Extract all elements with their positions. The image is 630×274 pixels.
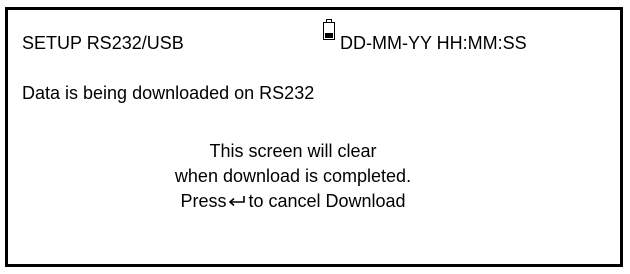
notice-line-3: Press to cancel Download bbox=[0, 191, 608, 211]
download-status-message: Data is being downloaded on RS232 bbox=[22, 83, 315, 103]
notice-line-3-prefix: Press bbox=[180, 191, 227, 211]
enter-key-icon bbox=[229, 196, 246, 207]
battery-icon bbox=[323, 19, 335, 40]
notice-line-3-suffix: to cancel Download bbox=[248, 191, 406, 211]
screen-title: SETUP RS232/USB bbox=[22, 33, 184, 53]
notice-line-2: when download is completed. bbox=[174, 166, 412, 186]
notice-line-1: This screen will clear bbox=[209, 141, 377, 161]
date-time-display: DD-MM-YY HH:MM:SS bbox=[340, 33, 527, 53]
